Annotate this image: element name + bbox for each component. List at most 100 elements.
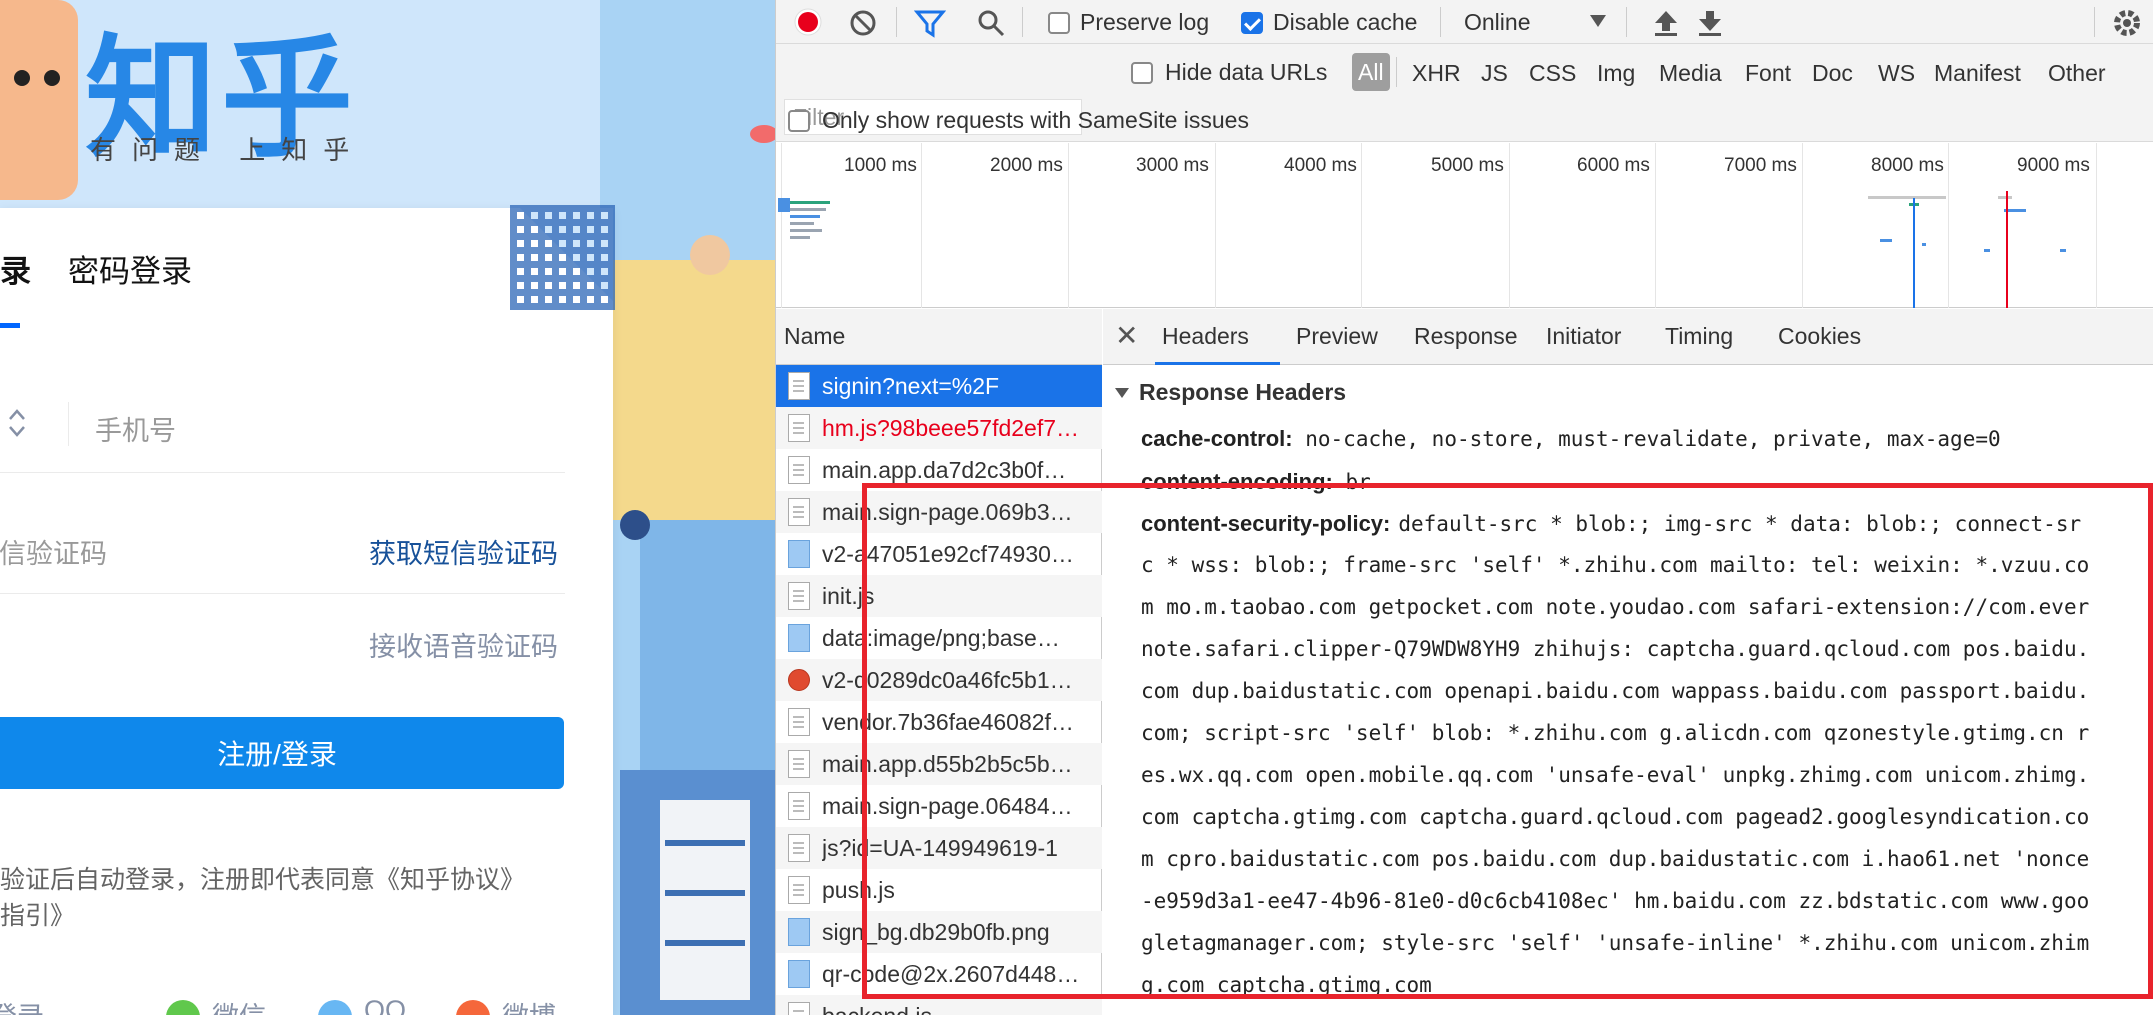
request-row[interactable]: backend.js xyxy=(776,995,1102,1015)
collapse-triangle-icon[interactable] xyxy=(1115,387,1129,398)
request-row[interactable]: main.sign-page.069b3… xyxy=(776,491,1102,533)
toolbar-separator xyxy=(1440,7,1441,37)
search-icon[interactable] xyxy=(976,8,1006,38)
document-file-icon xyxy=(788,750,810,778)
header-cache-control: cache-control: no-cache, no-store, must-… xyxy=(1141,426,2001,452)
timeline-label: 5000 ms xyxy=(1431,155,1504,176)
filter-type-xhr[interactable]: XHR xyxy=(1412,60,1461,87)
upload-icon[interactable] xyxy=(1652,8,1680,38)
download-icon[interactable] xyxy=(1696,8,1724,38)
preserve-log-check[interactable] xyxy=(1048,11,1070,34)
timeline-overview[interactable]: 1000 ms 2000 ms 3000 ms 4000 ms 5000 ms … xyxy=(776,143,2153,308)
timeline-bar xyxy=(1868,196,1946,199)
get-sms-code-button[interactable]: 获取短信验证码 xyxy=(369,532,558,571)
section-title: Response Headers xyxy=(1139,379,1347,405)
filter-type-font[interactable]: Font xyxy=(1745,60,1791,87)
tab-preview[interactable]: Preview xyxy=(1296,323,1378,350)
header-content-encoding: content-encoding: br xyxy=(1141,469,1371,495)
filter-type-media[interactable]: Media xyxy=(1659,60,1722,87)
samesite-checkbox[interactable]: Only show requests with SameSite issues xyxy=(788,107,1249,134)
filter-type-manifest[interactable]: Manifest xyxy=(1934,60,2021,87)
qr-code-icon[interactable] xyxy=(510,205,615,310)
filter-type-ws[interactable]: WS xyxy=(1878,60,1915,87)
csp-line: es.wx.qq.com open.mobile.qq.com 'unsafe-… xyxy=(1141,763,2090,787)
disable-cache-check[interactable] xyxy=(1241,11,1263,34)
timeline-grid-line xyxy=(1655,143,1656,308)
preserve-log-checkbox[interactable]: Preserve log xyxy=(1048,9,1209,36)
timeline-grid-line xyxy=(2096,143,2097,308)
request-row[interactable]: main.app.da7d2c3b0f… xyxy=(776,449,1102,491)
tab-initiator[interactable]: Initiator xyxy=(1546,323,1621,350)
social-qq-label[interactable]: QQ xyxy=(364,995,406,1015)
throttling-value: Online xyxy=(1464,9,1531,35)
clear-icon[interactable] xyxy=(848,8,878,38)
filter-type-other[interactable]: Other xyxy=(2048,60,2106,87)
register-login-button[interactable]: 注册/登录 xyxy=(0,717,564,789)
request-row[interactable]: js?id=UA-149949619-1 xyxy=(776,827,1102,869)
devtools-network-panel: Preserve log Disable cache Online Filter… xyxy=(775,0,2153,1015)
timeline-bar xyxy=(790,208,826,211)
filter-type-js[interactable]: JS xyxy=(1481,60,1508,87)
request-name: main.app.d55b2b5c5b… xyxy=(822,750,1073,777)
illustration-person xyxy=(690,235,730,275)
timeline-grid-line xyxy=(1802,143,1803,308)
filter-icon[interactable] xyxy=(914,8,946,38)
tab-password-login[interactable]: 密码登录 xyxy=(68,246,192,291)
filter-separator xyxy=(1396,57,1397,87)
timeline-bar xyxy=(1984,249,1990,252)
request-row[interactable]: sign_bg.db29b0fb.png xyxy=(776,911,1102,953)
csp-line: gletagmanager.com; style-src 'self' 'uns… xyxy=(1141,931,2090,955)
samesite-check[interactable] xyxy=(788,109,810,132)
request-row[interactable]: push.js xyxy=(776,869,1102,911)
request-row[interactable]: qr-code@2x.2607d448… xyxy=(776,953,1102,995)
close-detail-icon[interactable]: ✕ xyxy=(1115,319,1138,352)
record-icon[interactable] xyxy=(792,6,824,38)
header-key: content-encoding: xyxy=(1141,469,1333,494)
request-row[interactable]: hm.js?98beee57fd2ef7… xyxy=(776,407,1102,449)
response-headers-section[interactable]: Response Headers xyxy=(1115,379,1346,406)
favicon-icon xyxy=(788,669,810,691)
request-name: main.sign-page.069b3… xyxy=(822,498,1073,525)
tab-cookies[interactable]: Cookies xyxy=(1778,323,1861,350)
request-row[interactable]: main.sign-page.06484… xyxy=(776,785,1102,827)
request-name: qr-code@2x.2607d448… xyxy=(822,960,1080,987)
request-row[interactable]: data:image/png;base… xyxy=(776,617,1102,659)
tab-sms-login[interactable]: 录 xyxy=(0,246,31,291)
hide-data-urls-check[interactable] xyxy=(1131,61,1153,84)
filter-type-doc[interactable]: Doc xyxy=(1812,60,1853,87)
document-file-icon xyxy=(788,414,810,442)
chevron-down-icon[interactable] xyxy=(1590,15,1606,27)
social-weibo-label[interactable]: 微博 xyxy=(502,995,556,1015)
timeline-bar xyxy=(778,198,790,212)
request-row[interactable]: main.app.d55b2b5c5b… xyxy=(776,743,1102,785)
request-row[interactable]: init.js xyxy=(776,575,1102,617)
social-wechat-label[interactable]: 微信 xyxy=(212,995,266,1015)
voice-code-button[interactable]: 接收语音验证码 xyxy=(369,625,558,664)
request-name: main.sign-page.06484… xyxy=(822,792,1073,819)
disable-cache-label: Disable cache xyxy=(1273,9,1418,35)
name-column-header[interactable]: Name xyxy=(776,309,1102,365)
toolbar-separator xyxy=(896,7,897,37)
request-row[interactable]: v2-d0289dc0a46fc5b1… xyxy=(776,659,1102,701)
toolbar-separator xyxy=(1022,7,1023,37)
filter-type-img[interactable]: Img xyxy=(1597,60,1635,87)
agreement-text: 验证后自动登录，注册即代表同意《知乎协议》 指引》 xyxy=(0,862,560,934)
tab-headers[interactable]: Headers xyxy=(1162,323,1249,350)
request-row[interactable]: v2-a47051e92cf74930… xyxy=(776,533,1102,575)
hide-data-urls-checkbox[interactable]: Hide data URLs xyxy=(1131,59,1327,86)
disable-cache-checkbox[interactable]: Disable cache xyxy=(1241,9,1417,36)
phone-input[interactable]: 手机号 xyxy=(95,409,176,448)
tab-response[interactable]: Response xyxy=(1414,323,1518,350)
filter-type-all[interactable]: All xyxy=(1352,53,1390,91)
throttling-select[interactable]: Online xyxy=(1464,9,1530,36)
document-file-icon xyxy=(788,708,810,736)
request-name: js?id=UA-149949619-1 xyxy=(822,834,1058,861)
settings-icon[interactable] xyxy=(2110,6,2144,40)
filter-type-css[interactable]: CSS xyxy=(1529,60,1576,87)
country-code-chevron-icon[interactable] xyxy=(6,405,28,441)
sms-code-input[interactable]: 短信验证码 xyxy=(0,532,107,571)
request-row[interactable]: vendor.7b36fae46082f… xyxy=(776,701,1102,743)
tab-timing[interactable]: Timing xyxy=(1665,323,1733,350)
image-file-icon xyxy=(788,960,810,988)
request-row[interactable]: signin?next=%2F xyxy=(776,365,1102,407)
